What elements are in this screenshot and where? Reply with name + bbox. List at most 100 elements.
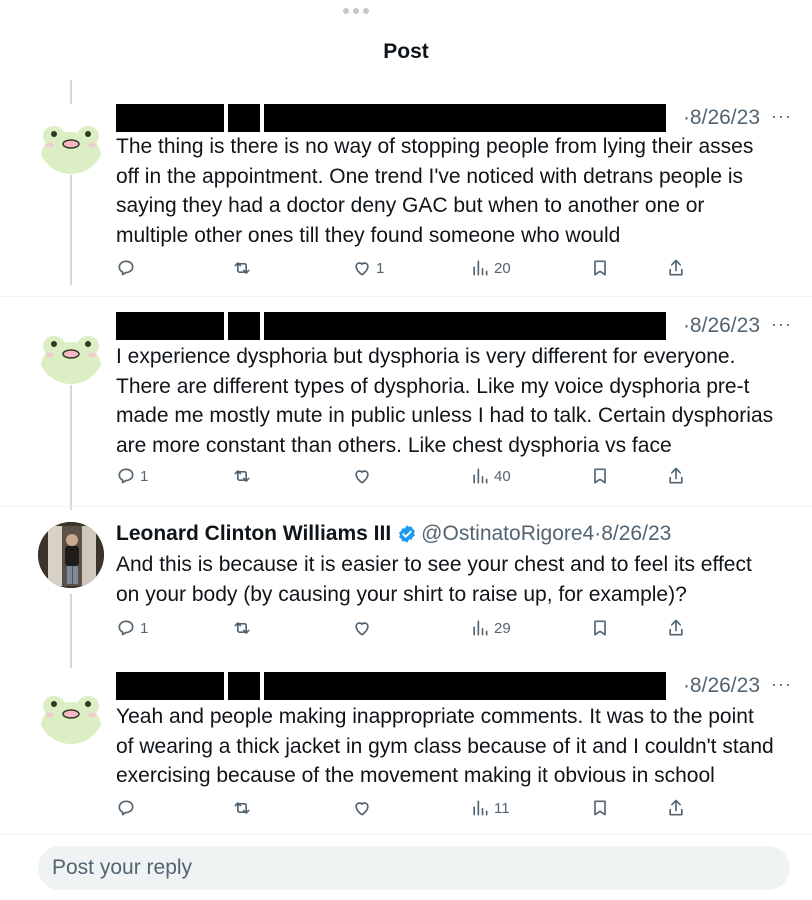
like-icon [355, 802, 369, 816]
tweet[interactable]: ·8/26/23 ··· I experience dysphoria but … [0, 310, 812, 510]
redacted-handle [264, 104, 666, 132]
tweet-date[interactable]: ·8/26/23 [594, 520, 671, 548]
bookmark-icon [594, 620, 606, 636]
views-icon [473, 800, 488, 816]
reply-icon [118, 260, 134, 276]
like-button[interactable] [352, 614, 376, 642]
frog-avatar-icon [38, 318, 104, 384]
text-line: made me mostly mute in public unless I h… [116, 404, 774, 427]
share-button[interactable] [666, 462, 686, 490]
reply-icon [118, 620, 134, 636]
tweet-date[interactable]: ·8/26/23 [683, 672, 760, 700]
redacted-name [116, 104, 224, 132]
views-count: 11 [494, 799, 510, 817]
reply-input[interactable]: Post your reply [38, 846, 790, 890]
like-count: 1 [376, 259, 385, 277]
share-button[interactable] [666, 794, 686, 822]
repost-button[interactable] [232, 614, 256, 642]
share-button[interactable] [666, 254, 686, 282]
share-icon [669, 799, 683, 816]
tweet[interactable]: Leonard Clinton Williams III @OstinatoRi… [0, 520, 812, 660]
more-icon[interactable]: ··· [771, 104, 792, 128]
views-button[interactable]: 11 [470, 794, 510, 822]
reply-button[interactable] [116, 794, 140, 822]
text-line: off in the appointment. One trend I've n… [116, 164, 744, 188]
views-count: 29 [494, 619, 511, 637]
like-button[interactable]: 1 [352, 254, 384, 282]
grabber-handle[interactable] [343, 8, 371, 16]
bookmark-button[interactable] [590, 254, 610, 282]
like-icon [355, 262, 369, 276]
tweet-text: And this is because it is easier to see … [116, 550, 796, 609]
user-handle[interactable]: @OstinatoRigore4 [421, 520, 594, 548]
tweet-header: ·8/26/23 ··· [116, 104, 796, 132]
views-button[interactable]: 40 [470, 462, 511, 490]
bookmark-icon [594, 468, 606, 484]
redacted-name [116, 312, 224, 340]
repost-icon [234, 470, 250, 482]
divider [0, 834, 812, 835]
page-title: Post [383, 40, 429, 63]
tweet[interactable]: ·8/26/23 ··· Yeah and people making inap… [0, 670, 812, 835]
share-icon [669, 467, 683, 484]
more-icon[interactable]: ··· [771, 312, 792, 336]
redacted-name [228, 312, 260, 340]
repost-button[interactable] [232, 462, 256, 490]
display-name[interactable]: Leonard Clinton Williams III [116, 520, 391, 548]
avatar[interactable] [38, 678, 104, 744]
views-icon [473, 260, 488, 276]
share-icon [669, 259, 683, 276]
divider [0, 506, 812, 507]
bookmark-icon [594, 260, 606, 276]
reply-button[interactable]: 1 [116, 462, 148, 490]
reply-count: 1 [140, 467, 149, 485]
divider [0, 296, 812, 297]
redacted-handle [264, 312, 666, 340]
text-line: There are different types of dysphoria. … [116, 374, 750, 398]
avatar[interactable] [38, 108, 104, 174]
tweet-actions: 11 [0, 794, 812, 822]
share-icon [669, 619, 683, 636]
share-button[interactable] [666, 614, 686, 642]
reply-button[interactable]: 1 [116, 614, 148, 642]
bookmark-button[interactable] [590, 794, 610, 822]
like-button[interactable] [352, 794, 376, 822]
repost-button[interactable] [232, 254, 256, 282]
views-count: 20 [494, 259, 511, 277]
views-icon [473, 620, 488, 636]
tweet-date[interactable]: ·8/26/23 [683, 104, 760, 132]
text-line: I experience dysphoria but dysphoria is … [116, 345, 736, 368]
text-line: Yeah and people making inappropriate com… [116, 705, 754, 728]
redacted-name [228, 672, 260, 700]
text-line: of wearing a thick jacket in gym class b… [116, 734, 774, 758]
views-button[interactable]: 20 [470, 254, 511, 282]
tweet-date[interactable]: ·8/26/23 [683, 312, 760, 340]
like-button[interactable] [352, 462, 376, 490]
text-line: are more constant than others. Like ches… [116, 433, 672, 457]
like-icon [355, 622, 369, 636]
text-line: multiple other ones till they found some… [116, 223, 621, 247]
repost-button[interactable] [232, 794, 256, 822]
reply-button[interactable] [116, 254, 140, 282]
reply-placeholder: Post your reply [52, 856, 193, 879]
more-icon[interactable]: ··· [771, 672, 792, 696]
bookmark-button[interactable] [590, 614, 610, 642]
profile-photo-icon [38, 522, 104, 588]
bookmark-button[interactable] [590, 462, 610, 490]
tweet-header: ·8/26/23 ··· [116, 312, 796, 340]
verified-badge-icon[interactable] [397, 524, 417, 544]
like-icon [355, 470, 369, 484]
reply-icon [118, 468, 134, 484]
repost-icon [234, 262, 250, 274]
top-bar: Post [0, 0, 812, 80]
tweet-header: ·8/26/23 ··· [116, 672, 796, 700]
text-line: on your body (by causing your shirt to r… [116, 582, 687, 606]
text-line: exercising because of the movement makin… [116, 764, 715, 787]
reply-count: 1 [140, 619, 149, 637]
views-button[interactable]: 29 [470, 614, 511, 642]
avatar[interactable] [38, 318, 104, 384]
tweet-header: Leonard Clinton Williams III @OstinatoRi… [116, 520, 671, 548]
redacted-name [228, 104, 260, 132]
avatar[interactable] [38, 522, 104, 588]
tweet[interactable]: ·8/26/23 ··· The thing is there is no wa… [0, 100, 812, 300]
